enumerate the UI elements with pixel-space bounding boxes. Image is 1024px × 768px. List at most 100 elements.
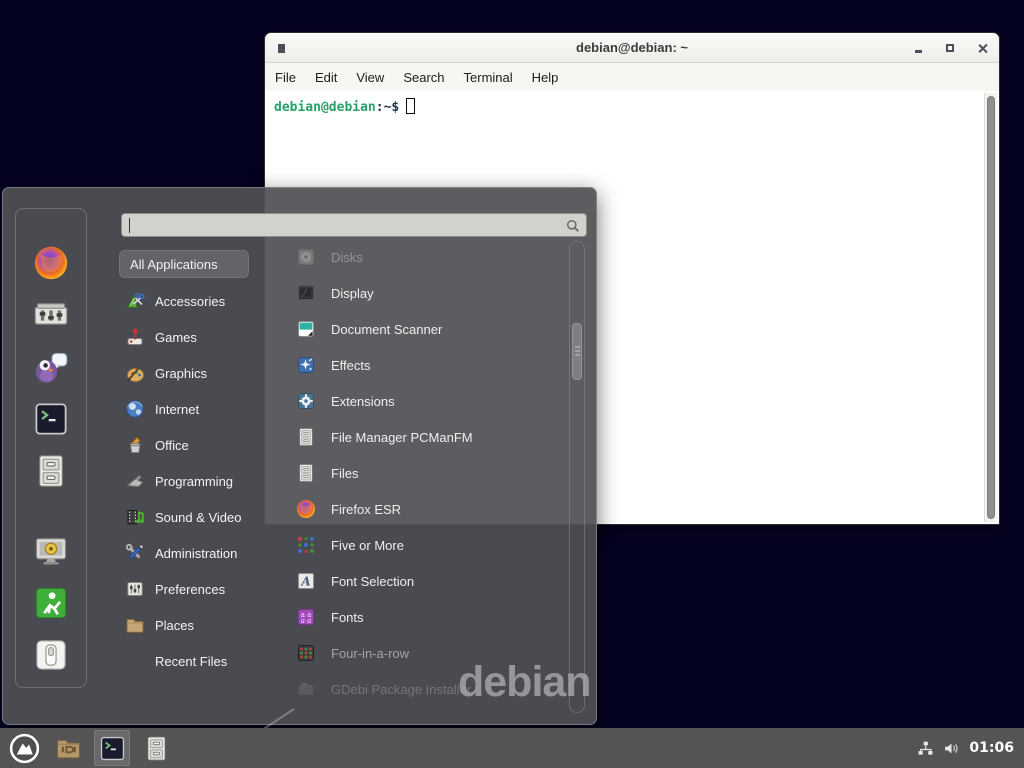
taskbar-file-manager-button[interactable] [50, 730, 86, 766]
terminal-menu-search[interactable]: Search [403, 70, 444, 85]
programming-icon [125, 471, 145, 491]
category-graphics[interactable]: Graphics [119, 355, 249, 391]
window-icon [278, 44, 285, 53]
search-input[interactable] [121, 213, 587, 237]
terminal-scrollbar-thumb[interactable] [987, 96, 995, 519]
maximize-button[interactable] [946, 44, 954, 52]
cabinet-icon [143, 735, 170, 762]
category-recent-files[interactable]: Recent Files [119, 643, 249, 679]
fonts-icon: a aa a [296, 607, 316, 627]
terminal-title: debian@debian: ~ [576, 40, 688, 55]
terminal-menu-help[interactable]: Help [532, 70, 559, 85]
taskbar-menu-button[interactable] [6, 730, 42, 766]
favorite-log-out[interactable] [29, 583, 73, 623]
svg-text:A: A [300, 575, 310, 589]
app-label: Five or More [331, 538, 404, 553]
favorite-shut-down[interactable] [29, 635, 73, 675]
volume-glyph [943, 740, 960, 757]
pidgin-icon [33, 349, 69, 385]
category-administration[interactable]: Administration [119, 535, 249, 571]
application-menu: All Applications Accessories Games Graphics… [2, 187, 597, 725]
control-sliders-icon [33, 297, 69, 333]
debian-watermark: debian [458, 658, 591, 707]
accessories-icon [125, 291, 145, 311]
firefox-icon [296, 499, 316, 519]
apps-scrollbar[interactable] [569, 241, 585, 713]
app-label: Display [331, 286, 374, 301]
category-label: Places [155, 618, 194, 633]
terminal-menu-edit[interactable]: Edit [315, 70, 337, 85]
window-controls [915, 33, 987, 63]
taskbar: 01:06 [0, 728, 1024, 768]
cabinet-icon [296, 427, 316, 447]
category-office[interactable]: Office [119, 427, 249, 463]
office-icon [125, 435, 145, 455]
app-label: Extensions [331, 394, 395, 409]
app-item-fonts[interactable]: a aa a Fonts [286, 599, 569, 635]
four-in-a-row-icon [296, 643, 316, 663]
graphics-icon [125, 363, 145, 383]
app-label: Effects [331, 358, 371, 373]
favorite-terminal[interactable] [29, 399, 73, 439]
category-label: Programming [155, 474, 233, 489]
terminal-scrollbar[interactable] [984, 93, 997, 522]
magnifier-glyph [565, 218, 581, 234]
category-label: Sound & Video [155, 510, 242, 525]
app-item-document-scanner[interactable]: Document Scanner [286, 311, 569, 347]
apps-scrollbar-thumb[interactable] [572, 323, 582, 380]
minimize-button[interactable] [915, 50, 922, 53]
system-tray: 01:06 [917, 740, 1024, 757]
app-item-disks[interactable]: Disks [286, 239, 569, 275]
category-label: All Applications [130, 257, 217, 272]
app-item-files[interactable]: Files [286, 455, 569, 491]
application-list: Disks Display Document Scanner Effects Exten… [286, 239, 569, 707]
app-label: Document Scanner [331, 322, 442, 337]
taskbar-terminal-button[interactable] [94, 730, 130, 766]
category-places[interactable]: Places [119, 607, 249, 643]
category-accessories[interactable]: Accessories [119, 283, 249, 319]
terminal-menu-view[interactable]: View [356, 70, 384, 85]
app-label: Four-in-a-row [331, 646, 409, 661]
tray-network-icon[interactable] [917, 740, 934, 757]
app-item-extensions[interactable]: Extensions [286, 383, 569, 419]
taskbar-files-button[interactable] [138, 730, 174, 766]
category-sound-video[interactable]: Sound & Video [119, 499, 249, 535]
category-label: Administration [155, 546, 237, 561]
favorite-pidgin[interactable] [29, 347, 73, 387]
app-label: Firefox ESR [331, 502, 401, 517]
close-button[interactable] [978, 44, 987, 53]
terminal-menu-file[interactable]: File [275, 70, 296, 85]
terminal-titlebar[interactable]: debian@debian: ~ [265, 33, 999, 63]
app-label: Disks [331, 250, 363, 265]
prompt-user-host: debian@debian [274, 100, 376, 115]
category-preferences[interactable]: Preferences [119, 571, 249, 607]
app-item-display[interactable]: Display [286, 275, 569, 311]
administration-icon [125, 543, 145, 563]
category-programming[interactable]: Programming [119, 463, 249, 499]
app-label: Fonts [331, 610, 364, 625]
clock[interactable]: 01:06 [969, 740, 1014, 756]
app-item-font-selection[interactable]: AFont Selection [286, 563, 569, 599]
tray-volume-icon[interactable] [943, 740, 960, 757]
terminal-menu-terminal[interactable]: Terminal [464, 70, 513, 85]
favorite-firefox[interactable] [29, 243, 73, 283]
category-internet[interactable]: Internet [119, 391, 249, 427]
favorites-sidebar [15, 208, 87, 688]
category-label: Accessories [155, 294, 225, 309]
app-item-five-or-more[interactable]: Five or More [286, 527, 569, 563]
internet-icon [125, 399, 145, 419]
favorite-lock-screen[interactable] [29, 531, 73, 571]
app-item-firefox-esr[interactable]: Firefox ESR [286, 491, 569, 527]
category-label: Office [155, 438, 189, 453]
category-games[interactable]: Games [119, 319, 249, 355]
prompt-path: :~$ [376, 100, 399, 115]
category-all-applications[interactable]: All Applications [119, 250, 249, 278]
app-item-effects[interactable]: Effects [286, 347, 569, 383]
terminal-icon [99, 735, 126, 762]
terminal-icon [33, 401, 69, 437]
app-label: GDebi Package Installer [331, 682, 471, 697]
category-label: Graphics [155, 366, 207, 381]
favorite-control-center[interactable] [29, 295, 73, 335]
app-item-file-manager-pcmanfm[interactable]: File Manager PCManFM [286, 419, 569, 455]
favorite-file-manager[interactable] [29, 451, 73, 491]
